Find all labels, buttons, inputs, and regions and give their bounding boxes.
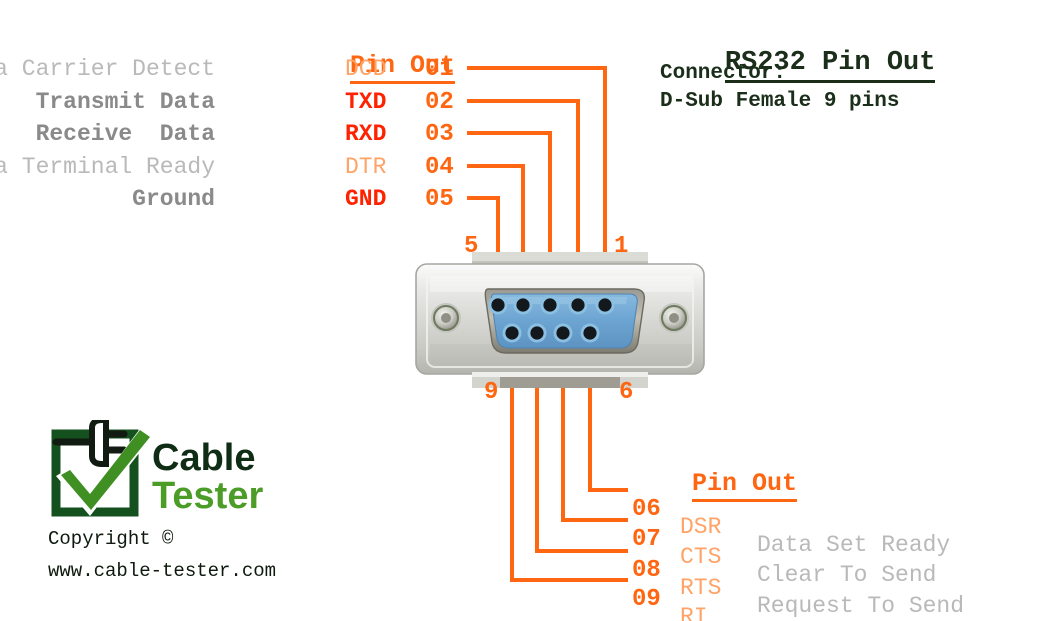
pin-description: Receive Data bbox=[35, 121, 215, 147]
logo-brand-line1: Cable bbox=[152, 437, 255, 479]
logo-plug-icon bbox=[52, 417, 128, 467]
pin-index-bottom-right: 6 bbox=[619, 379, 634, 406]
pin-index-top-right: 1 bbox=[614, 233, 629, 260]
pin-number: 04 bbox=[425, 154, 454, 181]
rs232-pinout-diagram: Pin Out Data Carrier Detect DCD 01 Trans… bbox=[0, 0, 1042, 621]
connector-type: D-Sub Female 9 pins bbox=[660, 90, 900, 113]
pin-index-bottom-left: 9 bbox=[484, 379, 499, 406]
pin-row-03: Receive Data RXD 03 bbox=[0, 121, 470, 151]
pin-description: Request To Send bbox=[757, 593, 965, 619]
pin-number: 05 bbox=[425, 186, 454, 213]
website-url[interactable]: www.cable-tester.com bbox=[48, 560, 276, 582]
pin-description: Data Carrier Detect bbox=[0, 56, 215, 82]
left-screw-hole bbox=[431, 303, 461, 333]
pin-mnemonic: RI bbox=[680, 604, 722, 621]
pin-description: Data Terminal Ready bbox=[0, 154, 215, 180]
pin-mnemonic: RXD bbox=[345, 121, 387, 147]
pin-row-02: Transmit Data TXD 02 bbox=[0, 89, 470, 119]
cable-tester-logo: Cable Tester bbox=[50, 417, 280, 520]
connector-label: Connector: bbox=[660, 62, 787, 85]
logo-brand-line2: Tester bbox=[152, 475, 263, 517]
pin-number: 03 bbox=[425, 121, 454, 148]
pin-number: 01 bbox=[425, 56, 454, 83]
pin-row-01: Data Carrier Detect DCD 01 bbox=[0, 56, 470, 86]
copyright-text: Copyright © bbox=[48, 528, 174, 550]
pin-mnemonic: TXD bbox=[345, 89, 387, 115]
right-screw-hole bbox=[659, 303, 689, 333]
pin-description: Transmit Data bbox=[35, 89, 215, 115]
pin-row-05: Ground GND 05 bbox=[0, 186, 470, 216]
pin-mnemonic: GND bbox=[345, 186, 387, 212]
pin-mnemonic: DCD bbox=[345, 56, 387, 82]
pin-mnemonic: DTR bbox=[345, 154, 387, 180]
pin-row-04: Data Terminal Ready DTR 04 bbox=[0, 154, 470, 184]
pin-number: 09 bbox=[632, 586, 661, 613]
pin-index-top-left: 5 bbox=[464, 233, 479, 260]
db9-connector-image bbox=[410, 252, 710, 402]
pin-description: Ground bbox=[132, 186, 215, 212]
pin-number: 02 bbox=[425, 89, 454, 116]
